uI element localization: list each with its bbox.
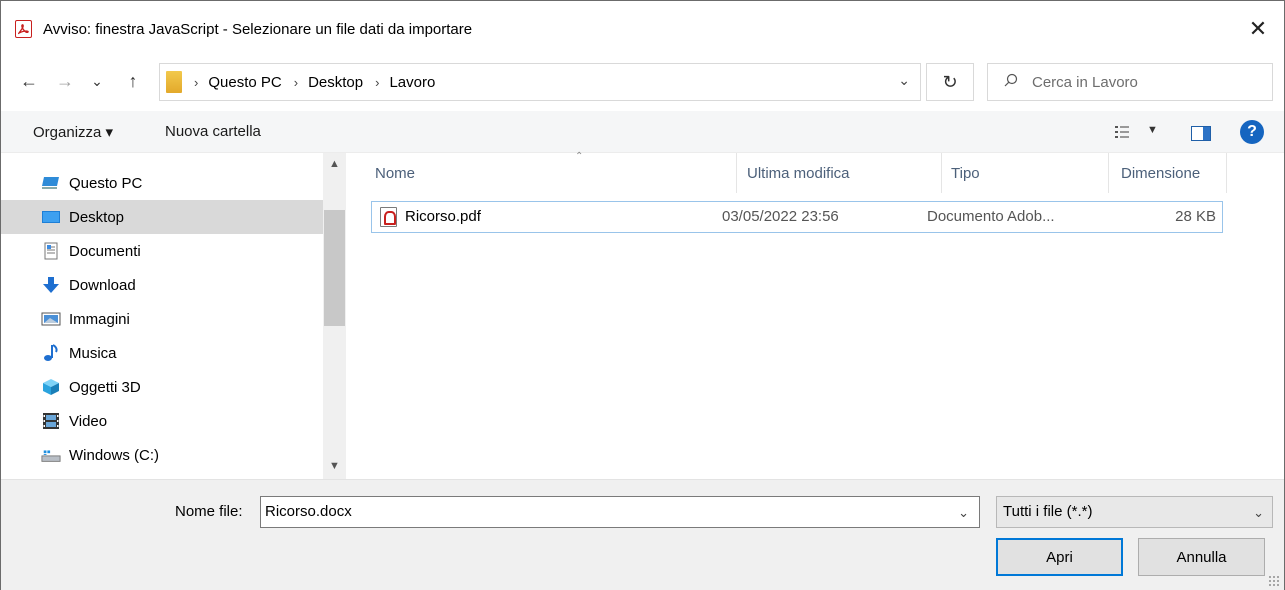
scroll-down-icon[interactable]: ▼ <box>323 455 346 477</box>
table-row[interactable]: Ricorso.pdf 03/05/2022 23:56 Documento A… <box>371 201 1223 233</box>
computer-icon <box>41 174 61 192</box>
drive-icon <box>41 446 61 464</box>
sidebar-item-questo-pc[interactable]: Questo PC <box>1 166 323 200</box>
column-header-label: Ultima modifica <box>747 164 850 182</box>
breadcrumb-separator: › <box>293 74 299 90</box>
breadcrumb-questo-pc[interactable]: Questo PC <box>208 74 281 91</box>
window-title: Avviso: finestra JavaScript - Selezionar… <box>43 21 473 38</box>
forward-button[interactable]: → <box>53 67 77 95</box>
download-icon <box>41 276 61 294</box>
refresh-icon: ↻ <box>942 71 958 92</box>
acrobat-icon <box>15 20 32 38</box>
breadcrumb-separator: › <box>194 74 199 90</box>
breadcrumb-desktop[interactable]: Desktop <box>308 74 363 91</box>
column-divider[interactable] <box>941 153 942 193</box>
sidebar-item-video[interactable]: Video <box>1 404 323 438</box>
filename-field[interactable]: Ricorso.docx ⌄ <box>260 496 980 528</box>
sidebar-item-label: Oggetti 3D <box>69 378 141 396</box>
sidebar-item-label: Questo PC <box>69 174 143 192</box>
resize-grip-icon[interactable] <box>1268 575 1280 587</box>
column-divider[interactable] <box>1226 153 1227 193</box>
up-button[interactable]: ↑ <box>121 67 145 95</box>
sidebar-scrollbar[interactable]: ▲ ▼ <box>323 153 346 479</box>
filetype-value: Tutti i file (*.*) <box>1003 503 1093 520</box>
sidebar-item-label: Video <box>69 412 108 430</box>
command-bar: Organizza ▾ Nuova cartella ▼ ? <box>1 111 1284 153</box>
back-arrow-icon: ← <box>20 70 38 91</box>
new-folder-button[interactable]: Nuova cartella <box>165 123 261 140</box>
scroll-thumb[interactable] <box>324 210 345 326</box>
forward-arrow-icon: → <box>56 70 74 91</box>
sidebar-item-musica[interactable]: Musica <box>1 336 323 370</box>
search-box[interactable]: Cerca in Lavoro <box>987 63 1273 101</box>
sidebar-item-immagini[interactable]: Immagini <box>1 302 323 336</box>
sidebar-item-label: Windows (C:) <box>69 446 160 464</box>
scroll-up-icon[interactable]: ▲ <box>323 153 346 175</box>
filename-label: Nome file: <box>175 503 243 520</box>
open-button[interactable]: Apri <box>996 538 1123 576</box>
pdf-file-icon <box>380 207 397 227</box>
recent-locations-button[interactable]: ⌄ <box>85 67 109 95</box>
documents-icon <box>41 242 61 260</box>
filetype-select[interactable]: Tutti i file (*.*) ⌄ <box>996 496 1273 528</box>
sidebar-item-label: Documenti <box>69 242 141 260</box>
video-icon <box>41 412 61 430</box>
cancel-button[interactable]: Annulla <box>1138 538 1265 576</box>
dialog-footer: Nome file: Ricorso.docx ⌄ Tutti i file (… <box>1 479 1284 590</box>
file-open-dialog: Avviso: finestra JavaScript - Selezionar… <box>0 0 1285 590</box>
desktop-icon <box>41 208 61 226</box>
search-input[interactable]: Cerca in Lavoro <box>1032 74 1138 91</box>
pictures-icon <box>41 310 61 328</box>
breadcrumb-lavoro[interactable]: Lavoro <box>389 74 435 91</box>
column-header-label: Nome <box>375 164 416 182</box>
objects-3d-icon <box>41 378 61 396</box>
address-bar[interactable]: › Questo PC › Desktop › Lavoro ⌄ <box>159 63 921 101</box>
sort-ascending-icon: ⌃ <box>575 151 584 162</box>
close-button[interactable]: ✕ <box>1244 15 1272 43</box>
column-header-size[interactable]: Dimensione <box>1121 153 1227 193</box>
preview-pane-icon[interactable] <box>1191 126 1211 141</box>
sidebar-item-oggetti-3d[interactable]: Oggetti 3D <box>1 370 323 404</box>
file-size: 28 KB <box>1175 208 1216 225</box>
sidebar-item-desktop[interactable]: Desktop <box>1 200 323 234</box>
sidebar-item-label: Immagini <box>69 310 130 328</box>
file-name: Ricorso.pdf <box>405 208 481 225</box>
breadcrumb-separator: › <box>375 74 380 90</box>
view-options-dropdown-icon[interactable]: ▼ <box>1147 124 1158 136</box>
column-divider[interactable] <box>1108 153 1109 193</box>
file-modified: 03/05/2022 23:56 <box>722 208 839 225</box>
chevron-down-icon[interactable]: ⌄ <box>958 505 969 521</box>
sidebar-item-label: Download <box>69 276 136 294</box>
sidebar-item-download[interactable]: Download <box>1 268 323 302</box>
navigation-bar: ← → ⌄ ↑ › Questo PC › Desktop › Lavoro ⌄… <box>1 59 1284 105</box>
file-type: Documento Adob... <box>927 208 1055 225</box>
title-bar: Avviso: finestra JavaScript - Selezionar… <box>1 1 1284 57</box>
folder-icon <box>166 71 182 93</box>
address-dropdown-icon[interactable]: ⌄ <box>898 72 910 89</box>
column-header-type[interactable]: Tipo <box>951 153 1101 193</box>
file-list: ⌃ Nome Ultima modifica Tipo Dimensione R… <box>347 151 1284 479</box>
sidebar-item-documenti[interactable]: Documenti <box>1 234 323 268</box>
column-divider[interactable] <box>736 153 737 193</box>
column-header-modified[interactable]: Ultima modifica <box>747 153 937 193</box>
column-header-label: Dimensione <box>1121 164 1201 182</box>
help-icon[interactable]: ? <box>1240 120 1264 144</box>
column-header-label: Tipo <box>951 164 980 182</box>
chevron-down-icon: ⌄ <box>91 72 103 89</box>
up-arrow-icon: ↑ <box>128 70 138 91</box>
navigation-pane: Questo PC Desktop Documenti Download Imm… <box>1 153 346 479</box>
chevron-down-icon: ⌄ <box>1253 505 1264 520</box>
refresh-button[interactable]: ↻ <box>926 63 974 101</box>
sidebar-item-label: Musica <box>69 344 117 362</box>
sidebar-item-label: Desktop <box>69 208 125 226</box>
close-icon: ✕ <box>1248 16 1268 41</box>
column-header-name[interactable]: ⌃ Nome <box>375 151 735 193</box>
organize-button[interactable]: Organizza ▾ <box>33 123 113 141</box>
back-button[interactable]: ← <box>17 67 41 95</box>
filename-value[interactable]: Ricorso.docx <box>265 503 352 520</box>
sidebar-item-windows-c[interactable]: Windows (C:) <box>1 438 323 472</box>
change-view-icon[interactable] <box>1114 124 1130 140</box>
search-icon <box>1004 73 1018 91</box>
music-icon <box>41 344 61 362</box>
